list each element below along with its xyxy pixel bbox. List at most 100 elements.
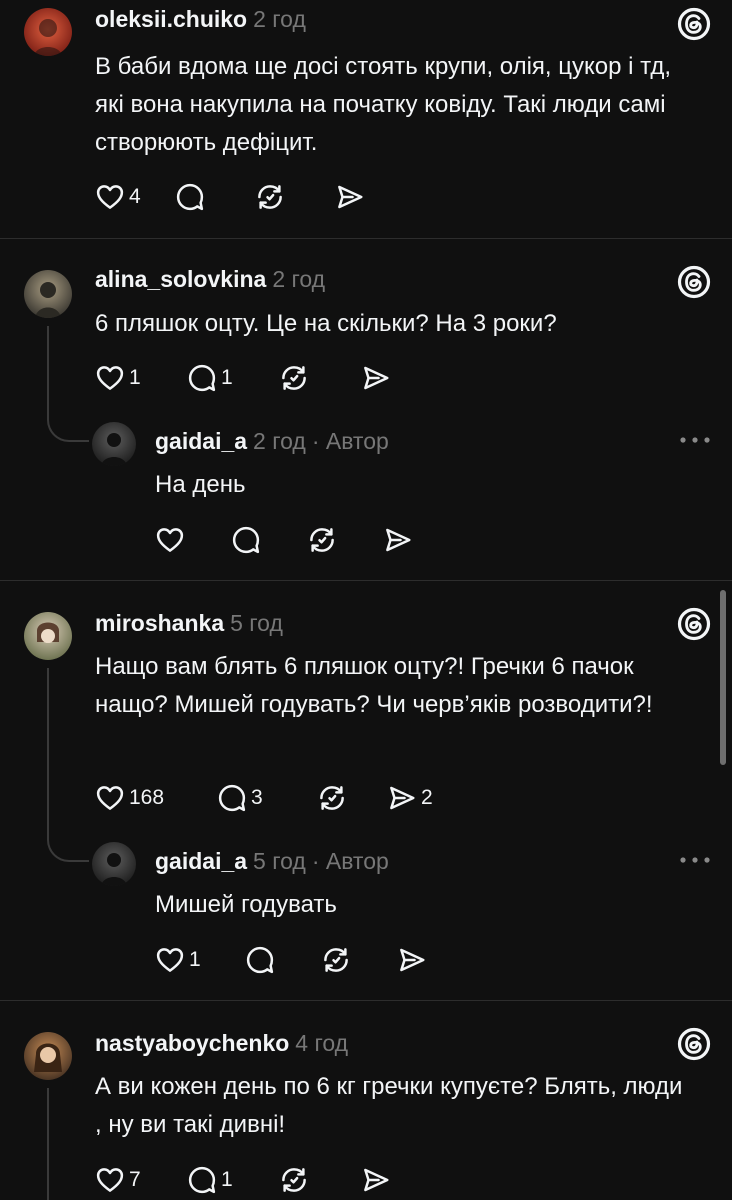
reply-actions: 1	[155, 942, 473, 978]
repost-button[interactable]	[321, 945, 397, 975]
comment-bubble-icon	[187, 1165, 217, 1195]
more-dots-icon[interactable]	[678, 850, 712, 870]
avatar[interactable]	[24, 270, 72, 318]
username-text[interactable]: alina_solovkina	[95, 266, 266, 292]
post-time: 2 год	[253, 428, 306, 454]
more-dots-icon[interactable]	[678, 430, 712, 450]
author-badge: · Автор	[311, 848, 389, 874]
reply-button[interactable]	[231, 525, 307, 555]
repost-icon	[279, 363, 309, 393]
username-text[interactable]: nastyaboychenko	[95, 1030, 289, 1056]
reply-count: 1	[221, 366, 233, 389]
thread-line	[47, 410, 89, 442]
thread-line	[47, 1088, 49, 1200]
like-count: 1	[129, 366, 141, 389]
divider	[0, 1000, 732, 1001]
repost-button[interactable]	[279, 363, 361, 393]
send-icon	[387, 783, 417, 813]
post-time: 5 год	[253, 848, 306, 874]
avatar[interactable]	[92, 422, 136, 466]
like-count: 168	[129, 786, 165, 809]
repost-button[interactable]	[279, 1165, 361, 1195]
like-button[interactable]: 4	[95, 182, 175, 212]
like-button[interactable]: 1	[155, 945, 245, 975]
post-text: 6 пляшок оцту. Це на скільки? На 3 роки?	[95, 310, 557, 337]
username[interactable]: miroshanka 5 год	[95, 610, 283, 637]
share-button[interactable]	[361, 1165, 441, 1195]
heart-icon	[95, 1165, 125, 1195]
repost-icon	[321, 945, 351, 975]
username-text[interactable]: miroshanka	[95, 610, 224, 636]
post-actions: 7 1	[95, 1162, 441, 1198]
comment-bubble-icon	[245, 945, 275, 975]
like-count: 7	[129, 1168, 141, 1191]
reply-text: На день	[155, 471, 246, 498]
heart-icon	[155, 945, 185, 975]
repost-icon	[307, 525, 337, 555]
heart-icon	[95, 363, 125, 393]
repost-button[interactable]	[317, 783, 387, 813]
threads-logo-icon[interactable]	[676, 6, 712, 42]
repost-button[interactable]	[255, 182, 335, 212]
thread-line	[47, 830, 89, 862]
username[interactable]: alina_solovkina 2 год	[95, 266, 325, 293]
reply-username[interactable]: gaidai_a 5 год · Автор	[155, 848, 389, 875]
reply-button[interactable]	[245, 945, 321, 975]
username[interactable]: nastyaboychenko 4 год	[95, 1030, 348, 1057]
post-text: В баби вдома ще досі стоять крупи, олія,…	[95, 53, 672, 156]
like-button[interactable]: 1	[95, 363, 187, 393]
heart-icon	[95, 783, 125, 813]
share-button[interactable]	[361, 363, 441, 393]
heart-icon	[155, 525, 185, 555]
like-button[interactable]	[155, 525, 231, 555]
repost-icon	[317, 783, 347, 813]
avatar[interactable]	[24, 1032, 72, 1080]
send-icon	[361, 363, 391, 393]
scrollbar[interactable]	[720, 590, 726, 765]
repost-button[interactable]	[307, 525, 383, 555]
post-time: 4 год	[295, 1030, 349, 1056]
avatar[interactable]	[24, 612, 72, 660]
reply-count: 1	[221, 1168, 233, 1191]
divider	[0, 238, 732, 239]
author-badge: · Автор	[311, 428, 389, 454]
reply-button[interactable]	[175, 182, 255, 212]
username-text[interactable]: gaidai_a	[155, 428, 247, 454]
comment-bubble-icon	[175, 182, 205, 212]
threads-logo-icon[interactable]	[676, 1026, 712, 1062]
username-text[interactable]: oleksii.chuiko	[95, 6, 247, 32]
avatar[interactable]	[92, 842, 136, 886]
share-button[interactable]	[335, 182, 415, 212]
reply-username[interactable]: gaidai_a 2 год · Автор	[155, 428, 389, 455]
thread-line	[47, 668, 49, 838]
comment-bubble-icon	[187, 363, 217, 393]
like-button[interactable]: 168	[95, 783, 217, 813]
heart-icon	[95, 182, 125, 212]
post-time: 2 год	[272, 266, 326, 292]
share-button[interactable]: 2	[387, 783, 467, 813]
reply-button[interactable]: 1	[187, 363, 279, 393]
like-button[interactable]: 7	[95, 1165, 187, 1195]
like-count: 4	[129, 185, 141, 208]
avatar[interactable]	[24, 8, 72, 56]
threads-logo-icon[interactable]	[676, 606, 712, 642]
send-icon	[335, 182, 365, 212]
reply-actions	[155, 522, 459, 558]
divider	[0, 580, 732, 581]
post-time: 2 год	[253, 6, 306, 32]
username-text[interactable]: gaidai_a	[155, 848, 247, 874]
send-icon	[397, 945, 427, 975]
share-button[interactable]	[383, 525, 459, 555]
share-button[interactable]	[397, 945, 473, 975]
post-actions: 168 3 2	[95, 780, 467, 816]
username[interactable]: oleksii.chuiko 2 год	[95, 6, 306, 33]
reply-count: 3	[251, 786, 263, 809]
post-actions: 1 1	[95, 360, 441, 396]
reply-button[interactable]: 1	[187, 1165, 279, 1195]
repost-icon	[279, 1165, 309, 1195]
post-actions: 4	[95, 179, 415, 215]
send-icon	[383, 525, 413, 555]
post-text: А ви кожен день по 6 кг гречки купуєте? …	[95, 1073, 683, 1138]
threads-logo-icon[interactable]	[676, 264, 712, 300]
reply-button[interactable]: 3	[217, 783, 317, 813]
